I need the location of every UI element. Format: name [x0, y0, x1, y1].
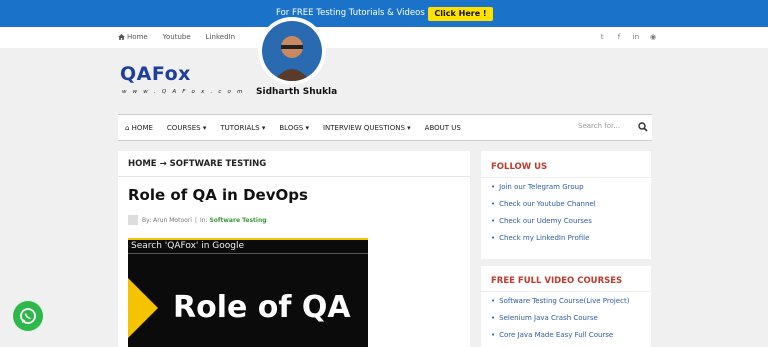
udemy-link[interactable]: Check our Udemy Courses — [491, 217, 592, 225]
course-link-selenium[interactable]: Selenium Java Crash Course — [491, 314, 598, 322]
breadcrumb-divider — [118, 176, 470, 177]
linkedin-icon[interactable]: in — [632, 33, 640, 41]
telegram-link[interactable]: Join our Telegram Group — [491, 183, 583, 191]
top-link-linkedin[interactable]: LinkedIn — [206, 33, 235, 41]
author-photo — [262, 21, 322, 81]
logo-tagline: w w w . Q A F o x . c o m — [122, 89, 245, 95]
nav-tutorials-label: TUTORIALS — [220, 124, 260, 132]
video-courses-heading: FREE FULL VIDEO COURSES — [491, 276, 623, 286]
hero-image: Search 'QAFox' in Google Role of QA — [128, 238, 460, 347]
hero-search-text: Search 'QAFox' in Google — [131, 241, 245, 251]
course-link-software-testing[interactable]: Software Testing Course(Live Project) — [491, 297, 629, 305]
follow-us-divider — [481, 177, 651, 178]
meta-separator: | — [194, 216, 197, 224]
hero-author-name: Sidharth Shukla — [256, 87, 338, 97]
search-icon[interactable] — [638, 122, 648, 132]
nav-courses[interactable]: COURSES ▾ — [167, 124, 206, 132]
search-input[interactable]: Search for... — [578, 122, 620, 130]
home-icon — [118, 34, 125, 40]
top-link-home-label: Home — [127, 33, 148, 41]
article-meta: By: Arun Motoori | In: Software Testing — [128, 215, 267, 225]
top-link-home[interactable]: Home — [118, 33, 148, 41]
nav-courses-label: COURSES — [166, 124, 201, 132]
nav-interview-label: INTERVIEW QUESTIONS — [322, 124, 405, 132]
nav-home-label: HOME — [131, 124, 153, 132]
breadcrumb[interactable]: HOME → SOFTWARE TESTING — [128, 159, 266, 169]
hero-white-panel — [368, 238, 460, 347]
author-avatar-icon — [128, 215, 138, 225]
rss-icon[interactable]: ◉ — [649, 33, 657, 41]
top-bar: Home Youtube LinkedIn 𝕥 f in ◉ — [0, 27, 768, 48]
top-link-youtube[interactable]: Youtube — [163, 33, 191, 41]
meta-in-label: In: — [199, 216, 208, 224]
whatsapp-button[interactable] — [13, 301, 43, 331]
hero-yellow-triangle — [128, 278, 158, 338]
page-title: Role of QA in DevOps — [128, 186, 308, 204]
youtube-link[interactable]: Check our Youtube Channel — [491, 200, 596, 208]
whatsapp-icon — [20, 308, 36, 324]
video-courses-divider — [481, 291, 651, 292]
linkedin-profile-link[interactable]: Check my LinkedIn Profile — [491, 234, 589, 242]
category-link[interactable]: Software Testing — [209, 217, 266, 224]
nav-about-us[interactable]: ABOUT US — [425, 124, 461, 132]
nav-home[interactable]: ⌂ HOME — [125, 124, 153, 132]
nav-tutorials[interactable]: TUTORIALS ▾ — [220, 124, 265, 132]
nav-blogs-label: BLOGS — [279, 124, 304, 132]
promo-bar: For FREE Testing Tutorials & Videos Clic… — [0, 0, 768, 27]
author-byline: By: Arun Motoori — [142, 216, 192, 224]
facebook-icon[interactable]: f — [615, 33, 623, 41]
follow-us-heading: FOLLOW US — [491, 162, 548, 172]
site-logo[interactable]: QAFox — [120, 63, 191, 85]
hero-divider — [128, 253, 378, 254]
hero-title-text: Role of QA — [173, 290, 351, 325]
main-nav: ⌂ HOME COURSES ▾ TUTORIALS ▾ BLOGS ▾ INT… — [118, 114, 652, 141]
twitter-icon[interactable]: 𝕥 — [598, 33, 606, 41]
click-here-button[interactable]: Click Here ! — [428, 7, 493, 21]
nav-interview-questions[interactable]: INTERVIEW QUESTIONS ▾ — [323, 124, 411, 132]
promo-text: For FREE Testing Tutorials & Videos — [276, 8, 425, 18]
nav-blogs[interactable]: BLOGS ▾ — [279, 124, 309, 132]
course-link-core-java[interactable]: Core Java Made Easy Full Course — [491, 331, 613, 339]
